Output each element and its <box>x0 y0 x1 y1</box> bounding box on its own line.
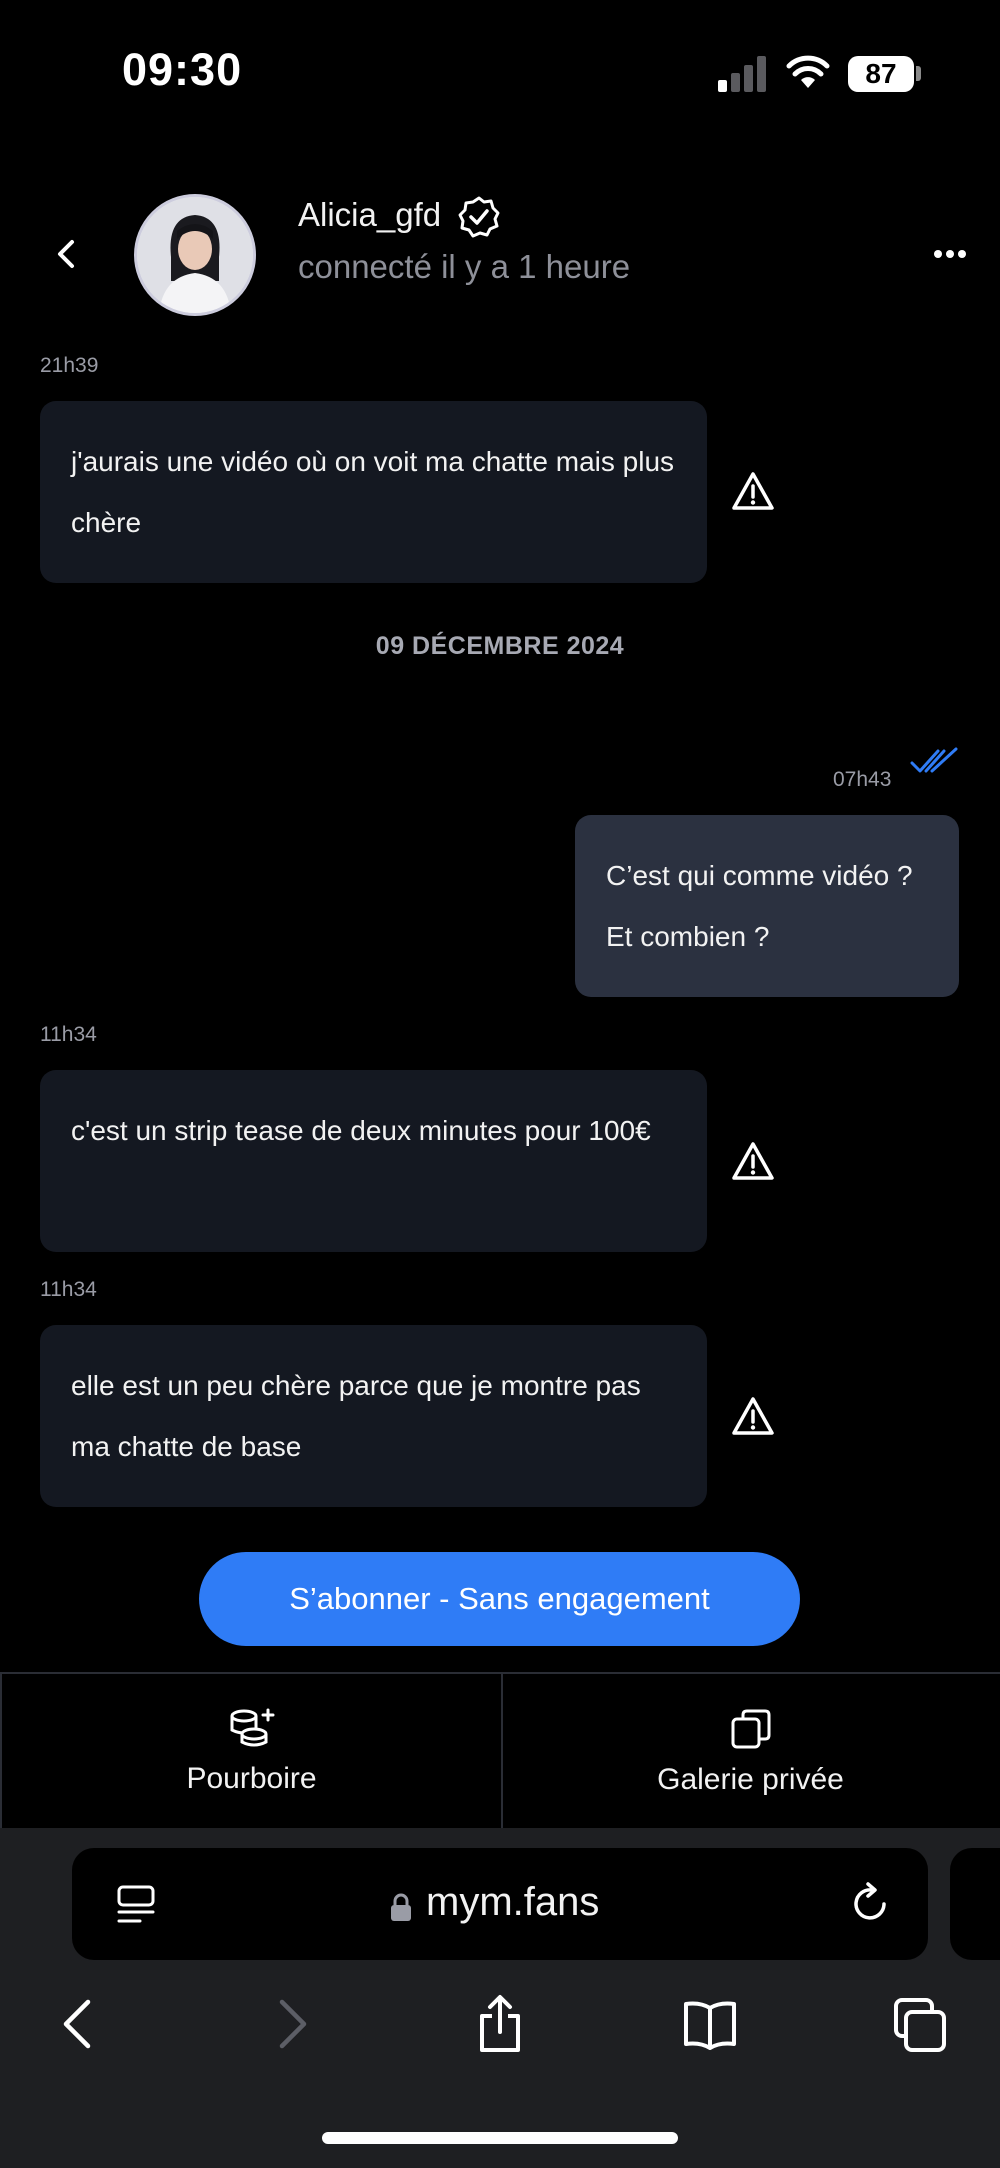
tab-tip-label: Pourboire <box>186 1762 317 1795</box>
reader-icon[interactable] <box>116 1884 156 1926</box>
tabs-icon[interactable] <box>892 1994 948 2054</box>
avatar[interactable] <box>134 194 256 316</box>
battery-indicator: 87 <box>848 56 914 92</box>
tab-private-gallery-label: Galerie privée <box>657 1763 844 1796</box>
warning-icon[interactable] <box>730 1395 776 1437</box>
status-time: 09:30 <box>122 44 243 95</box>
bookmarks-icon[interactable] <box>682 1994 738 2054</box>
forward-icon[interactable] <box>262 1994 318 2054</box>
wifi-icon <box>786 55 830 88</box>
warning-icon[interactable] <box>730 1140 776 1182</box>
next-tab-peek[interactable] <box>950 1848 1000 1960</box>
message-bubble-outgoing[interactable]: C’est qui comme vidéo ? Et combien ? <box>575 815 959 997</box>
bottom-tab-bar: Pourboire Galerie privée <box>0 1672 1000 1830</box>
verified-badge-icon <box>458 196 500 238</box>
avatar-image <box>137 197 253 313</box>
message-bubble-incoming[interactable]: elle est un peu chère parce que je montr… <box>40 1325 707 1507</box>
chevron-left-icon[interactable] <box>52 236 82 272</box>
message-timestamp: 11h34 <box>40 1023 97 1046</box>
tab-private-gallery[interactable]: Galerie privée <box>501 1674 1000 1830</box>
ellipsis-icon[interactable] <box>930 244 970 264</box>
subscribe-button[interactable]: S’abonner - Sans engagement <box>199 1552 800 1646</box>
presence-status: connecté il y a 1 heure <box>298 248 631 285</box>
lock-icon <box>391 1893 411 1921</box>
message-timestamp: 07h43 <box>833 768 892 791</box>
message-timestamp: 21h39 <box>40 354 99 377</box>
username[interactable]: Alicia_gfd <box>298 196 441 234</box>
back-icon[interactable] <box>52 1994 108 2054</box>
battery-tip <box>916 66 921 81</box>
message-bubble-incoming[interactable]: j'aurais une vidéo où on voit ma chatte … <box>40 401 707 583</box>
message-timestamp: 11h34 <box>40 1278 97 1301</box>
read-receipt-icon <box>910 747 958 773</box>
tab-tip[interactable]: Pourboire <box>0 1674 503 1830</box>
message-bubble-incoming[interactable]: c'est un strip tease de deux minutes pou… <box>40 1070 707 1252</box>
share-icon[interactable] <box>472 1994 528 2054</box>
cellular-signal-icon <box>718 56 766 92</box>
date-separator: 09 DÉCEMBRE 2024 <box>375 632 625 660</box>
home-indicator[interactable] <box>322 2132 678 2144</box>
reload-icon[interactable] <box>852 1882 892 1926</box>
gallery-copy-icon <box>731 1709 770 1749</box>
warning-icon[interactable] <box>730 470 776 512</box>
tip-coins-icon <box>230 1708 274 1747</box>
url-text[interactable]: mym.fans <box>426 1880 599 1925</box>
